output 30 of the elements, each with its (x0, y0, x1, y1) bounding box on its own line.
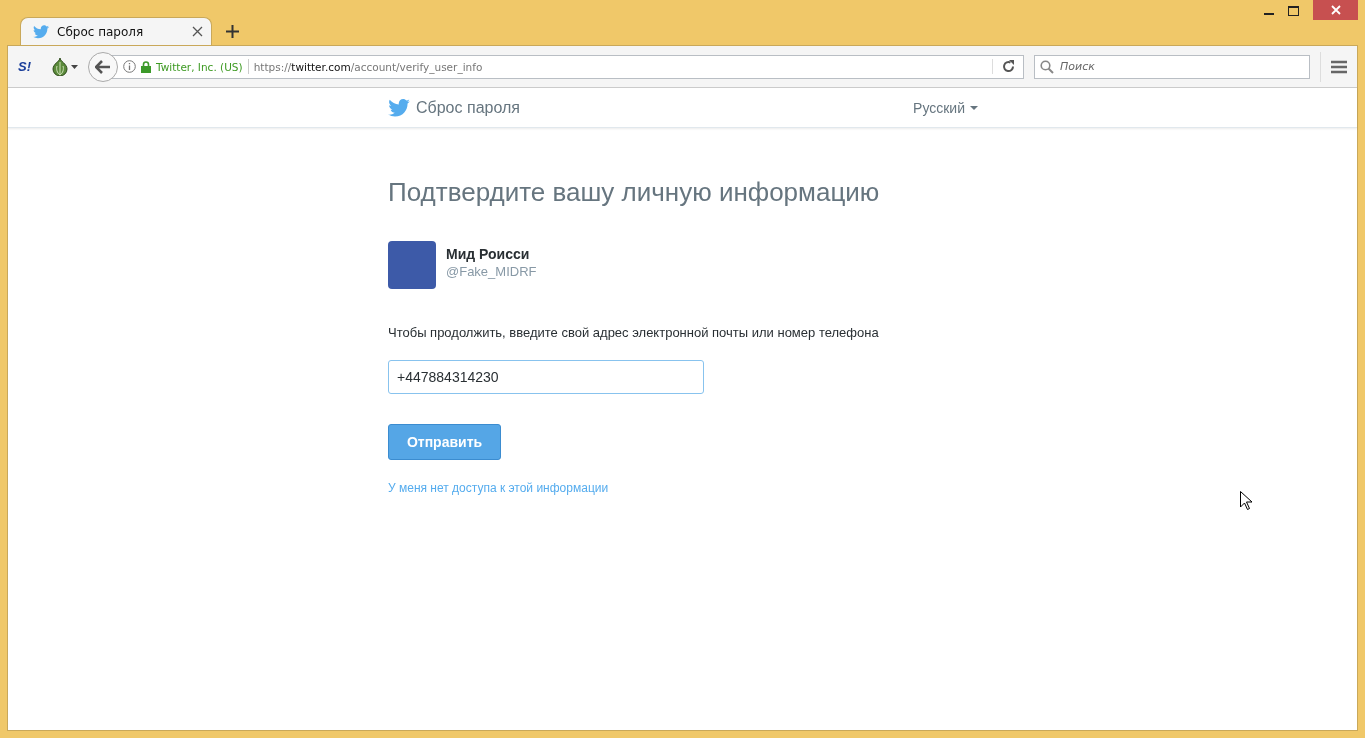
reload-icon[interactable] (1002, 60, 1015, 73)
back-button[interactable] (88, 51, 118, 82)
close-icon[interactable] (192, 26, 203, 37)
close-icon (1330, 5, 1341, 15)
avatar-placeholder (388, 241, 436, 289)
close-window-button[interactable] (1313, 0, 1358, 20)
account-handle: @Fake_MIDRF (446, 264, 537, 279)
caret-icon (970, 105, 978, 110)
site-identity[interactable]: Twitter, Inc. (US) (156, 60, 243, 73)
extension-icon[interactable]: S! (18, 59, 36, 74)
address-bar[interactable]: Twitter, Inc. (US) https://twitter.com/account/verify_user_info (112, 54, 1024, 79)
caret-icon[interactable] (71, 64, 78, 69)
bird-icon (33, 24, 49, 39)
heading: Подтвердите вашу личную информацию (388, 177, 880, 208)
back-arrow-icon (95, 59, 111, 74)
account-name: Мид Роисси (446, 246, 531, 262)
new-tab-icon[interactable] (226, 25, 239, 38)
language-dropdown[interactable]: Русский (913, 99, 978, 116)
search-field[interactable]: Поиск (1034, 54, 1310, 79)
instruction-text: Чтобы продолжить, введите свой адрес электронной почты или номер телефона (388, 325, 879, 340)
maximize-icon[interactable] (1288, 6, 1299, 16)
menu-icon[interactable] (1331, 59, 1347, 74)
info-icon[interactable] (123, 60, 136, 73)
phone-input-field[interactable]: +447884314230 (388, 360, 704, 394)
browser-tab[interactable]: Сброс пароля (20, 17, 212, 45)
url-text: https://twitter.com/account/verify_user_info (253, 60, 484, 73)
lock-icon (141, 60, 151, 73)
onion-icon[interactable] (52, 57, 68, 76)
cursor-icon (1240, 491, 1252, 510)
page-title: Сброс пароля (416, 98, 520, 117)
